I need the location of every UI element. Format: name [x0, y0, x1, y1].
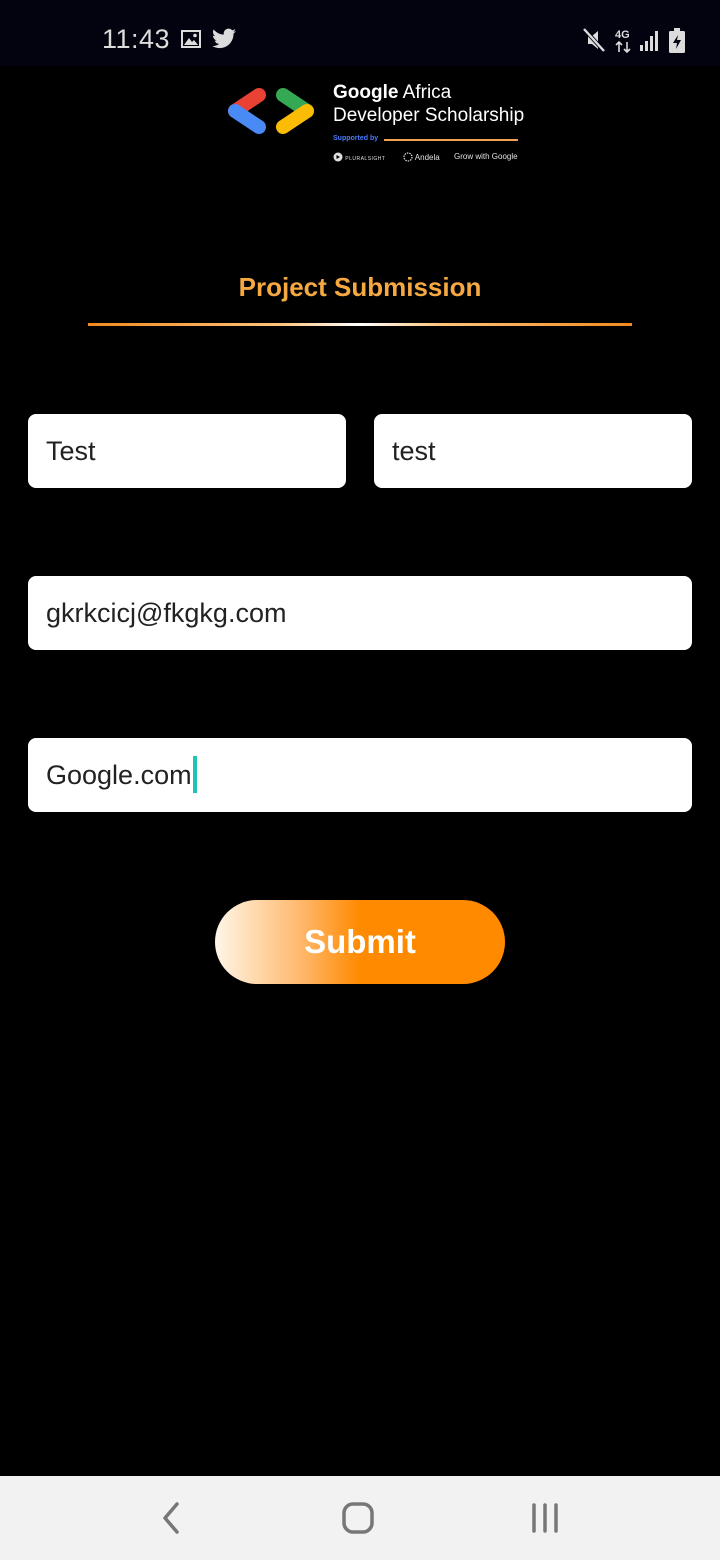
gads-logo-icon — [225, 86, 317, 141]
status-time: 11:43 — [102, 24, 171, 54]
battery-charging-icon — [668, 28, 686, 59]
home-icon[interactable] — [341, 1500, 375, 1541]
sponsor-grow-with-google: Grow with Google — [454, 152, 518, 161]
andela-icon — [403, 152, 413, 162]
title-underline — [88, 323, 632, 326]
first-name-input[interactable]: Test — [28, 414, 346, 488]
submit-button[interactable]: Submit — [215, 900, 505, 984]
logo-title-line2: Developer Scholarship — [333, 105, 525, 126]
text-caret — [192, 756, 197, 794]
last-name-input[interactable]: test — [374, 414, 692, 488]
twitter-icon — [212, 28, 237, 55]
signal-icon — [639, 30, 661, 57]
page-title: Project Submission — [238, 272, 482, 302]
logo-divider — [384, 139, 518, 141]
sponsor-pluralsight: PLURALSIGHT — [333, 152, 385, 162]
network-4g-icon: 4G — [614, 27, 634, 58]
status-bar: 11:43 4G — [0, 0, 720, 66]
logo-title-line1: Google Africa — [333, 82, 452, 103]
logo-supported-by: Supported by — [333, 135, 379, 142]
network-label: 4G — [615, 29, 630, 41]
screen: 11:43 4G Google Africa Developer Scholar… — [0, 0, 720, 1560]
sponsor-andela: Andela — [403, 152, 440, 162]
logo-sponsors: PLURALSIGHT Andela Grow with Google — [333, 150, 523, 166]
project-link-value: Google.com — [46, 760, 192, 790]
project-link-input[interactable]: Google.com — [28, 738, 692, 812]
pluralsight-icon — [333, 152, 343, 162]
email-input[interactable]: gkrkcicj@fkgkg.com — [28, 576, 692, 650]
back-icon[interactable] — [158, 1500, 184, 1541]
recent-apps-icon[interactable] — [529, 1500, 561, 1541]
image-icon — [180, 28, 202, 55]
mute-icon — [582, 27, 606, 58]
navigation-bar — [0, 1476, 720, 1560]
